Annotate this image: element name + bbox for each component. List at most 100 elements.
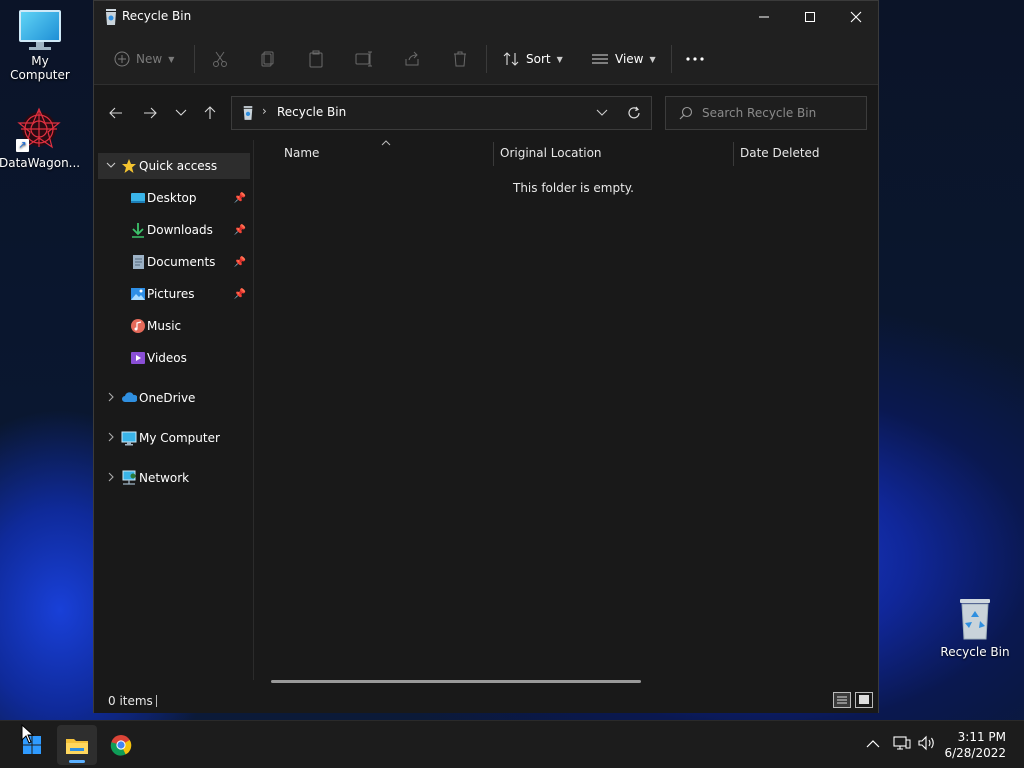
sort-ascending-icon [381, 140, 391, 146]
plus-circle-icon [114, 51, 130, 67]
sidebar-item-label: Documents [147, 255, 216, 269]
datawagon-logo-icon: ↗ [16, 106, 62, 152]
sidebar-item-desktop[interactable]: Desktop 📌 [98, 185, 250, 211]
chevron-down-icon[interactable] [105, 161, 117, 172]
delete-button[interactable] [451, 47, 469, 71]
desktop-icon-my-computer[interactable]: My Computer [0, 10, 80, 82]
pin-icon[interactable]: 📌 [234, 225, 246, 236]
new-button[interactable]: New ▼ [114, 47, 174, 71]
share-button[interactable] [403, 47, 421, 71]
large-icons-view-button[interactable] [855, 692, 873, 708]
title-bar[interactable]: Recycle Bin [94, 1, 878, 33]
copy-icon [261, 51, 274, 67]
cut-button[interactable] [211, 47, 229, 71]
toolbar-separator [486, 45, 487, 73]
sort-icon [503, 52, 519, 66]
breadcrumb-recycle-bin[interactable]: Recycle Bin [277, 105, 346, 119]
navigation-row: › Recycle Bin [94, 86, 878, 140]
up-button[interactable] [198, 102, 222, 124]
sidebar-item-label: Desktop [147, 191, 197, 205]
sidebar-item-label: Music [147, 319, 182, 333]
toolbar-separator [671, 45, 672, 73]
desktop-icon-label: My Computer [10, 54, 70, 82]
empty-folder-message: This folder is empty. [513, 181, 634, 195]
pin-icon[interactable]: 📌 [234, 289, 246, 300]
music-icon [131, 319, 145, 333]
network-status-button[interactable] [893, 735, 911, 755]
file-list-pane[interactable]: Name Original Location Date Deleted This… [254, 140, 878, 683]
explorer-window: Recycle Bin New ▼ Sort ▼ View ▼ › Recycl… [93, 0, 879, 713]
column-separator[interactable] [493, 142, 494, 166]
column-separator[interactable] [733, 142, 734, 166]
item-count: 0 items [108, 694, 153, 708]
horizontal-scrollbar[interactable] [271, 680, 641, 683]
chevron-down-icon[interactable] [596, 109, 608, 117]
sidebar-item-label: Network [139, 471, 190, 485]
network-monitor-icon [893, 736, 911, 750]
sidebar-item-pictures[interactable]: Pictures 📌 [98, 281, 250, 307]
breadcrumb-separator-icon: › [262, 104, 267, 118]
minimize-icon [759, 16, 769, 18]
sidebar-item-my-computer[interactable]: My Computer [98, 425, 250, 451]
star-icon [122, 159, 136, 173]
computer-icon [121, 431, 137, 446]
clock-time: 3:11 PM [957, 730, 1006, 744]
details-view-icon [837, 696, 847, 704]
sidebar-item-documents[interactable]: Documents 📌 [98, 249, 250, 275]
download-icon [132, 223, 144, 238]
sidebar-item-onedrive[interactable]: OneDrive [98, 385, 250, 411]
clock-date: 6/28/2022 [944, 746, 1006, 760]
close-button[interactable] [833, 1, 879, 33]
column-header-date-deleted[interactable]: Date Deleted [740, 146, 820, 166]
address-bar[interactable]: › Recycle Bin [231, 96, 652, 130]
ellipsis-icon [686, 57, 704, 61]
sort-button[interactable]: Sort ▼ [502, 47, 563, 71]
refresh-icon[interactable] [627, 106, 641, 120]
monitor-icon [19, 10, 61, 50]
cloud-icon [122, 392, 137, 402]
rename-button[interactable] [355, 47, 373, 71]
sidebar-item-label: OneDrive [139, 391, 196, 405]
folder-icon [66, 739, 88, 754]
toolbar-separator [194, 45, 195, 73]
volume-button[interactable] [918, 735, 936, 755]
back-button[interactable] [104, 102, 128, 124]
sidebar-item-quick-access[interactable]: Quick access [98, 153, 250, 179]
chevron-right-icon[interactable] [105, 432, 117, 445]
desktop-icon-datawagon[interactable]: ↗ DataWagon... [0, 106, 80, 170]
arrow-left-icon [109, 107, 122, 119]
recent-locations-button[interactable] [169, 102, 193, 124]
trash-icon [454, 51, 466, 67]
sidebar-item-videos[interactable]: Videos [98, 345, 250, 371]
forward-button[interactable] [138, 102, 162, 124]
copy-button[interactable] [259, 47, 277, 71]
show-hidden-icons-button[interactable] [866, 737, 880, 753]
search-input[interactable] [702, 105, 852, 121]
sidebar-item-downloads[interactable]: Downloads 📌 [98, 217, 250, 243]
taskbar-file-explorer[interactable] [57, 725, 97, 765]
view-list-icon [592, 54, 608, 64]
chevron-down-icon [175, 109, 187, 116]
details-view-button[interactable] [833, 692, 851, 708]
column-header-name[interactable]: Name [284, 146, 319, 166]
shortcut-arrow-icon: ↗ [16, 139, 29, 152]
minimize-button[interactable] [741, 1, 787, 33]
sidebar-item-label: Pictures [147, 287, 195, 301]
paste-button[interactable] [307, 47, 325, 71]
sidebar-item-music[interactable]: Music [98, 313, 250, 339]
chevron-right-icon[interactable] [105, 392, 117, 405]
clock[interactable]: 3:11 PM 6/28/2022 [944, 729, 1006, 761]
chevron-right-icon[interactable] [105, 472, 117, 485]
maximize-button[interactable] [787, 1, 833, 33]
pin-icon[interactable]: 📌 [234, 257, 246, 268]
close-icon [850, 11, 862, 23]
pin-icon[interactable]: 📌 [234, 193, 246, 204]
desktop-icon-recycle-bin[interactable]: Recycle Bin [935, 597, 1015, 659]
taskbar-chrome[interactable] [101, 725, 141, 765]
more-options-button[interactable] [686, 47, 704, 71]
network-icon [122, 470, 136, 485]
view-button[interactable]: View ▼ [591, 47, 656, 71]
sidebar-item-network[interactable]: Network [98, 465, 250, 491]
search-box[interactable] [665, 96, 867, 130]
column-header-original-location[interactable]: Original Location [500, 146, 602, 166]
